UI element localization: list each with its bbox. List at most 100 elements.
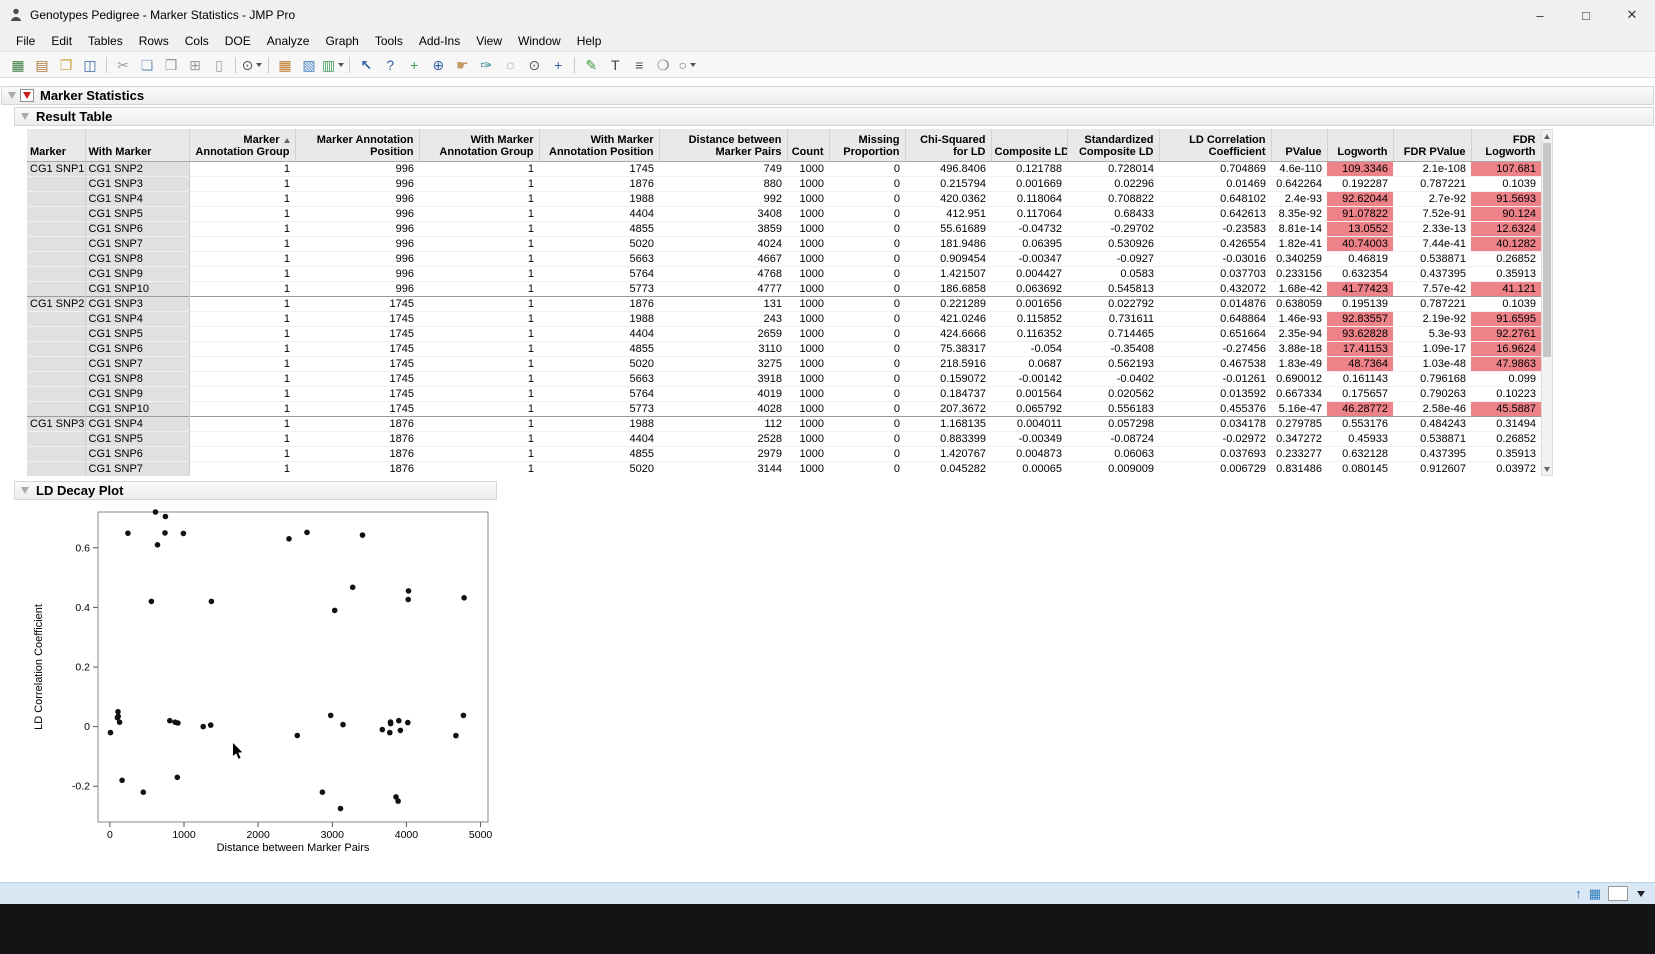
- cell-logworth[interactable]: 13.0552: [1327, 221, 1393, 236]
- cell-ld_correlation_coefficient[interactable]: 0.455376: [1159, 401, 1271, 416]
- cell-with_marker_annotation_position[interactable]: 4404: [539, 431, 659, 446]
- cell-logworth[interactable]: 92.83557: [1327, 311, 1393, 326]
- cell-logworth[interactable]: 92.62044: [1327, 191, 1393, 206]
- cell-ld_correlation_coefficient[interactable]: 0.648864: [1159, 311, 1271, 326]
- cell-count[interactable]: 1000: [787, 386, 829, 401]
- cell-distance_between_marker_pairs[interactable]: 4019: [659, 386, 787, 401]
- menu-addins[interactable]: Add-Ins: [411, 32, 468, 50]
- cell-fdr_logworth[interactable]: 90.124: [1471, 206, 1541, 221]
- cell-logworth[interactable]: 0.175657: [1327, 386, 1393, 401]
- annotate-tool-icon[interactable]: T: [604, 54, 626, 76]
- cell-composite_ld[interactable]: 0.0687: [991, 356, 1067, 371]
- cell-ld_correlation_coefficient[interactable]: 0.648102: [1159, 191, 1271, 206]
- cell-with-marker[interactable]: CG1 SNP6: [85, 221, 189, 236]
- cell-marker_annotation_group[interactable]: 1: [189, 251, 295, 266]
- cell-fdr_pvalue[interactable]: 0.796168: [1393, 371, 1471, 386]
- cell-fdr_pvalue[interactable]: 2.58e-46: [1393, 401, 1471, 416]
- cell-with_marker_annotation_group[interactable]: 1: [419, 356, 539, 371]
- cell-count[interactable]: 1000: [787, 161, 829, 176]
- cell-logworth[interactable]: 41.77423: [1327, 281, 1393, 296]
- cell-ld_correlation_coefficient[interactable]: 0.013592: [1159, 386, 1271, 401]
- cell-logworth[interactable]: 0.46819: [1327, 251, 1393, 266]
- scatter-point[interactable]: [338, 806, 344, 812]
- cell-missing_proportion[interactable]: 0: [829, 266, 905, 281]
- cell-chi_squared_for_ld[interactable]: 1.168135: [905, 416, 991, 431]
- cell-logworth[interactable]: 0.45933: [1327, 431, 1393, 446]
- cell-logworth[interactable]: 0.553176: [1327, 416, 1393, 431]
- scatter-point[interactable]: [175, 775, 181, 781]
- cell-with_marker_annotation_position[interactable]: 1988: [539, 191, 659, 206]
- column-header-with_marker_annotation_group[interactable]: With MarkerAnnotation Group: [419, 129, 539, 161]
- cell-with_marker_annotation_position[interactable]: 4404: [539, 206, 659, 221]
- window-arrange-icon[interactable]: ▥: [322, 54, 344, 76]
- cell-pvalue[interactable]: 0.638059: [1271, 296, 1327, 311]
- cell-marker_annotation_position[interactable]: 1745: [295, 386, 419, 401]
- cell-fdr_pvalue[interactable]: 5.3e-93: [1393, 326, 1471, 341]
- cell-composite_ld[interactable]: -0.054: [991, 341, 1067, 356]
- cell-missing_proportion[interactable]: 0: [829, 221, 905, 236]
- cell-with_marker_annotation_position[interactable]: 4855: [539, 221, 659, 236]
- cell-count[interactable]: 1000: [787, 281, 829, 296]
- cell-marker_annotation_group[interactable]: 1: [189, 191, 295, 206]
- cell-marker_annotation_position[interactable]: 996: [295, 236, 419, 251]
- cell-pvalue[interactable]: 0.347272: [1271, 431, 1327, 446]
- cell-fdr_logworth[interactable]: 0.35913: [1471, 446, 1541, 461]
- cell-distance_between_marker_pairs[interactable]: 3275: [659, 356, 787, 371]
- cell-fdr_pvalue[interactable]: 1.09e-17: [1393, 341, 1471, 356]
- cell-with-marker[interactable]: CG1 SNP5: [85, 431, 189, 446]
- cell-ld_correlation_coefficient[interactable]: -0.01261: [1159, 371, 1271, 386]
- status-dropdown-caret-icon[interactable]: [1637, 891, 1645, 897]
- help-tool-icon[interactable]: ?: [379, 54, 401, 76]
- cell-distance_between_marker_pairs[interactable]: 4768: [659, 266, 787, 281]
- cell-missing_proportion[interactable]: 0: [829, 386, 905, 401]
- cell-standardized_composite_ld[interactable]: 0.530926: [1067, 236, 1159, 251]
- cell-composite_ld[interactable]: 0.004011: [991, 416, 1067, 431]
- cell-missing_proportion[interactable]: 0: [829, 341, 905, 356]
- cell-marker[interactable]: [27, 251, 85, 266]
- cell-marker_annotation_position[interactable]: 996: [295, 191, 419, 206]
- cell-with-marker[interactable]: CG1 SNP4: [85, 416, 189, 431]
- cell-distance_between_marker_pairs[interactable]: 3408: [659, 206, 787, 221]
- cell-missing_proportion[interactable]: 0: [829, 326, 905, 341]
- menu-file[interactable]: File: [8, 32, 43, 50]
- cell-fdr_pvalue[interactable]: 2.7e-92: [1393, 191, 1471, 206]
- disclosure-open-icon[interactable]: [21, 113, 29, 120]
- cell-fdr_logworth[interactable]: 12.6324: [1471, 221, 1541, 236]
- cell-fdr_logworth[interactable]: 0.1039: [1471, 296, 1541, 311]
- cell-missing_proportion[interactable]: 0: [829, 176, 905, 191]
- disclosure-open-icon[interactable]: [8, 92, 16, 99]
- cell-distance_between_marker_pairs[interactable]: 3859: [659, 221, 787, 236]
- cell-fdr_pvalue[interactable]: 0.538871: [1393, 431, 1471, 446]
- cell-with_marker_annotation_position[interactable]: 1876: [539, 296, 659, 311]
- cell-distance_between_marker_pairs[interactable]: 112: [659, 416, 787, 431]
- cell-marker_annotation_position[interactable]: 1745: [295, 296, 419, 311]
- status-box[interactable]: [1608, 886, 1628, 901]
- cell-count[interactable]: 1000: [787, 416, 829, 431]
- table-row[interactable]: CG1 SNP71174515020327510000218.59160.068…: [27, 356, 1541, 371]
- cell-with_marker_annotation_group[interactable]: 1: [419, 161, 539, 176]
- scatter-point[interactable]: [200, 724, 206, 730]
- cell-fdr_pvalue[interactable]: 7.57e-42: [1393, 281, 1471, 296]
- move-tool-icon[interactable]: +: [403, 54, 425, 76]
- cell-fdr_pvalue[interactable]: 2.1e-108: [1393, 161, 1471, 176]
- column-header-count[interactable]: Count: [787, 129, 829, 161]
- cell-marker_annotation_group[interactable]: 1: [189, 236, 295, 251]
- cell-with_marker_annotation_group[interactable]: 1: [419, 176, 539, 191]
- scatter-point[interactable]: [304, 530, 310, 536]
- menu-tools[interactable]: Tools: [367, 32, 411, 50]
- column-header-distance_between_marker_pairs[interactable]: Distance betweenMarker Pairs: [659, 129, 787, 161]
- cell-fdr_logworth[interactable]: 0.35913: [1471, 266, 1541, 281]
- cell-logworth[interactable]: 0.161143: [1327, 371, 1393, 386]
- cell-chi_squared_for_ld[interactable]: 0.159072: [905, 371, 991, 386]
- cell-count[interactable]: 1000: [787, 401, 829, 416]
- cell-marker[interactable]: [27, 176, 85, 191]
- cell-composite_ld[interactable]: 0.117064: [991, 206, 1067, 221]
- table-row[interactable]: CG1 SNP4117451198824310000421.02460.1158…: [27, 311, 1541, 326]
- cell-fdr_logworth[interactable]: 107.681: [1471, 161, 1541, 176]
- cell-logworth[interactable]: 109.3346: [1327, 161, 1393, 176]
- cell-with_marker_annotation_position[interactable]: 5020: [539, 236, 659, 251]
- scatter-point[interactable]: [163, 514, 169, 520]
- menu-tables[interactable]: Tables: [80, 32, 131, 50]
- cell-with_marker_annotation_position[interactable]: 5020: [539, 356, 659, 371]
- cell-with-marker[interactable]: CG1 SNP7: [85, 461, 189, 476]
